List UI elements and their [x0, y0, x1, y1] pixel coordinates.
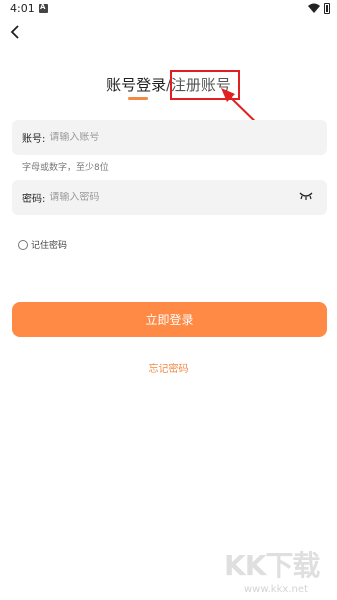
active-tab-indicator — [128, 97, 148, 100]
tab-account-login[interactable]: 账号登录 — [106, 74, 166, 95]
remember-password-option[interactable]: 记住密码 — [18, 238, 67, 251]
login-button[interactable]: 立即登录 — [12, 302, 327, 337]
back-arrow-icon[interactable] — [8, 24, 24, 40]
watermark: KK下载 www.kkx.net — [220, 540, 337, 600]
status-time: 4:01 — [10, 2, 35, 15]
watermark-url: www.kkx.net — [244, 584, 308, 595]
eye-closed-icon[interactable] — [299, 191, 313, 201]
password-label: 密码: — [22, 194, 46, 205]
password-field: 密码: — [12, 180, 327, 215]
forgot-password-link[interactable]: 忘记密码 — [0, 360, 337, 375]
account-hint: 字母或数字，至少8位 — [22, 163, 109, 173]
account-input[interactable] — [49, 132, 250, 143]
password-input[interactable] — [49, 192, 250, 203]
auth-tabs: 账号登录 / 注册账号 — [0, 74, 337, 104]
notification-icon: A — [39, 3, 48, 13]
account-field: 账号: — [12, 120, 327, 155]
battery-icon — [324, 3, 330, 14]
account-label: 账号: — [22, 134, 46, 145]
watermark-logo: KK下载 — [224, 549, 320, 582]
status-bar: 4:01 A — [0, 0, 337, 18]
wifi-icon — [308, 3, 320, 13]
login-page: 4:01 A 账号登录 / 注册账号 账号: 字母或数字，至少8位 密码: — [0, 0, 337, 600]
remember-radio[interactable] — [18, 239, 28, 250]
remember-label: 记住密码 — [31, 241, 68, 251]
